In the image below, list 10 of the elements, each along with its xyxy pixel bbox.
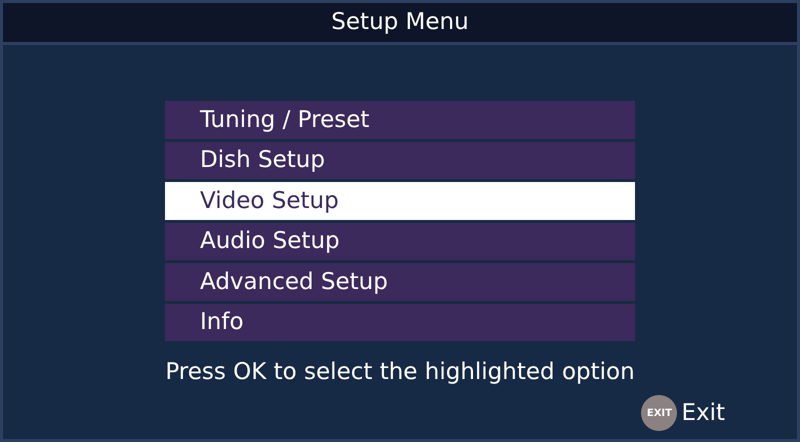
menu-item[interactable]: Info [165,304,635,341]
exit-key-icon: EXIT [641,395,678,431]
menu-item[interactable]: Dish Setup [165,142,635,179]
exit-label: Exit [681,398,725,428]
hint-text: Press OK to select the highlighted option [165,358,635,387]
window-title: Setup Menu [331,11,469,34]
menu-item[interactable]: Advanced Setup [165,263,635,300]
menu-item[interactable]: Video Setup [165,182,635,220]
menu-item[interactable]: Tuning / Preset [165,101,635,138]
menu-item[interactable]: Audio Setup [165,222,635,260]
